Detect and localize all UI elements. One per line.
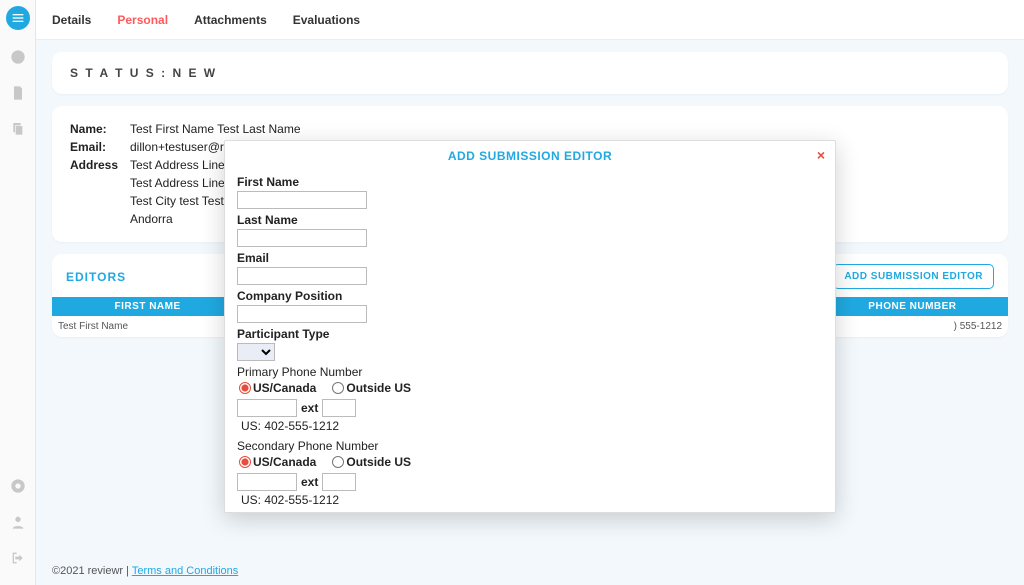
cell-phone: ) 555-1212 <box>817 316 1008 337</box>
first-name-label: First Name <box>237 175 823 189</box>
footer: ©2021 reviewr | Terms and Conditions <box>52 565 238 577</box>
ext-label: ext <box>301 401 318 415</box>
modal-body[interactable]: First Name Last Name Email Company Posit… <box>225 171 835 512</box>
add-submission-editor-button[interactable]: ADD SUBMISSION EDITOR <box>833 264 994 289</box>
primary-phone-input[interactable] <box>237 399 297 417</box>
secondary-us-canada-radio[interactable]: US/Canada <box>239 455 316 469</box>
secondary-us-canada-radio-input[interactable] <box>239 456 251 468</box>
participant-type-select[interactable] <box>237 343 275 361</box>
modal-header: ADD SUBMISSION EDITOR × <box>225 141 835 171</box>
primary-phone-hint: US: 402-555-1212 <box>241 419 823 433</box>
footer-copyright: ©2021 reviewr | <box>52 565 132 577</box>
left-sidebar <box>0 0 36 585</box>
participant-type-label: Participant Type <box>237 327 823 341</box>
add-submission-editor-modal: ADD SUBMISSION EDITOR × First Name Last … <box>224 140 836 513</box>
secondary-phone-ext-input[interactable] <box>322 473 356 491</box>
primary-us-canada-radio-input[interactable] <box>239 382 251 394</box>
ext-label-2: ext <box>301 475 318 489</box>
email-label: Email: <box>70 138 130 156</box>
last-name-label: Last Name <box>237 213 823 227</box>
secondary-phone-hint: US: 402-555-1212 <box>241 493 823 507</box>
editors-title: EDITORS <box>66 270 126 284</box>
secondary-phone-input[interactable] <box>237 473 297 491</box>
name-label: Name: <box>70 120 130 138</box>
col-phone: PHONE NUMBER <box>817 297 1008 316</box>
secondary-outside-us-radio-input[interactable] <box>332 456 344 468</box>
us-canada-label-2: US/Canada <box>253 455 316 469</box>
outside-us-label-2: Outside US <box>346 455 411 469</box>
primary-outside-us-radio[interactable]: Outside US <box>332 381 411 395</box>
tab-personal[interactable]: Personal <box>117 13 168 27</box>
last-name-input[interactable] <box>237 229 367 247</box>
copy-icon[interactable] <box>9 120 27 138</box>
company-position-label: Company Position <box>237 289 823 303</box>
modal-close-button[interactable]: × <box>817 147 825 163</box>
logout-icon[interactable] <box>9 549 27 567</box>
company-position-input[interactable] <box>237 305 367 323</box>
tab-details[interactable]: Details <box>52 13 91 27</box>
secondary-outside-us-radio[interactable]: Outside US <box>332 455 411 469</box>
tab-evaluations[interactable]: Evaluations <box>293 13 360 27</box>
email-label-modal: Email <box>237 251 823 265</box>
us-canada-label: US/Canada <box>253 381 316 395</box>
status-text: S T A T U S : N E W <box>70 66 217 80</box>
info-icon[interactable] <box>9 48 27 66</box>
status-card: S T A T U S : N E W <box>52 52 1008 94</box>
terms-link[interactable]: Terms and Conditions <box>132 565 238 577</box>
primary-phone-label: Primary Phone Number <box>237 365 823 379</box>
modal-title: ADD SUBMISSION EDITOR <box>448 149 612 163</box>
address-label: Address <box>70 156 130 228</box>
primary-outside-us-radio-input[interactable] <box>332 382 344 394</box>
primary-us-canada-radio[interactable]: US/Canada <box>239 381 316 395</box>
email-input[interactable] <box>237 267 367 285</box>
primary-phone-ext-input[interactable] <box>322 399 356 417</box>
document-icon[interactable] <box>9 84 27 102</box>
help-icon[interactable] <box>9 477 27 495</box>
secondary-phone-label: Secondary Phone Number <box>237 439 823 453</box>
app-logo-icon[interactable] <box>6 6 30 30</box>
col-first-name: FIRST NAME <box>52 297 243 316</box>
user-icon[interactable] <box>9 513 27 531</box>
top-tabs: Details Personal Attachments Evaluations <box>36 0 1024 40</box>
first-name-input[interactable] <box>237 191 367 209</box>
cell-first-name: Test First Name <box>52 316 243 337</box>
tab-attachments[interactable]: Attachments <box>194 13 267 27</box>
outside-us-label: Outside US <box>346 381 411 395</box>
name-value: Test First Name Test Last Name <box>130 120 990 138</box>
